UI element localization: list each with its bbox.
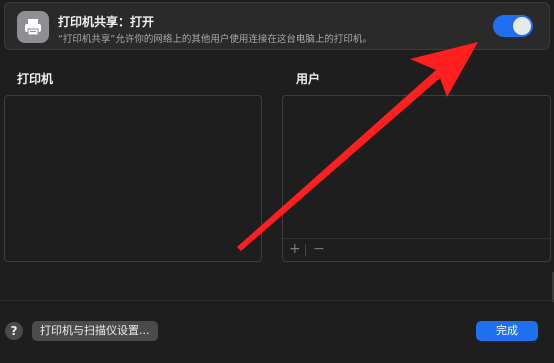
printer-sharing-header: 打印机共享：打开 “打印机共享”允许你的网络上的其他用户使用连接在这台电脑上的打… (4, 2, 550, 50)
printer-sharing-description: “打印机共享”允许你的网络上的其他用户使用连接在这台电脑上的打印机。 (58, 34, 372, 45)
remove-user-button[interactable]: − (313, 241, 325, 257)
footer-divider (0, 300, 554, 301)
add-user-button[interactable]: + (289, 241, 301, 257)
users-list-footer: + − (283, 238, 550, 261)
printer-sharing-title: 打印机共享：打开 (58, 15, 155, 29)
users-label: 用户 (296, 72, 321, 86)
users-list[interactable]: + − (282, 95, 551, 262)
printers-scanners-settings-button[interactable]: 打印机与扫描仪设置... (32, 321, 158, 341)
toggle-knob (513, 17, 531, 35)
help-button[interactable]: ? (5, 322, 23, 340)
printer-sharing-toggle[interactable] (493, 15, 533, 37)
printers-list[interactable] (4, 95, 262, 262)
button-separator (305, 244, 306, 256)
printer-icon (17, 11, 49, 43)
done-button[interactable]: 完成 (476, 321, 538, 341)
printers-label: 打印机 (17, 72, 54, 86)
